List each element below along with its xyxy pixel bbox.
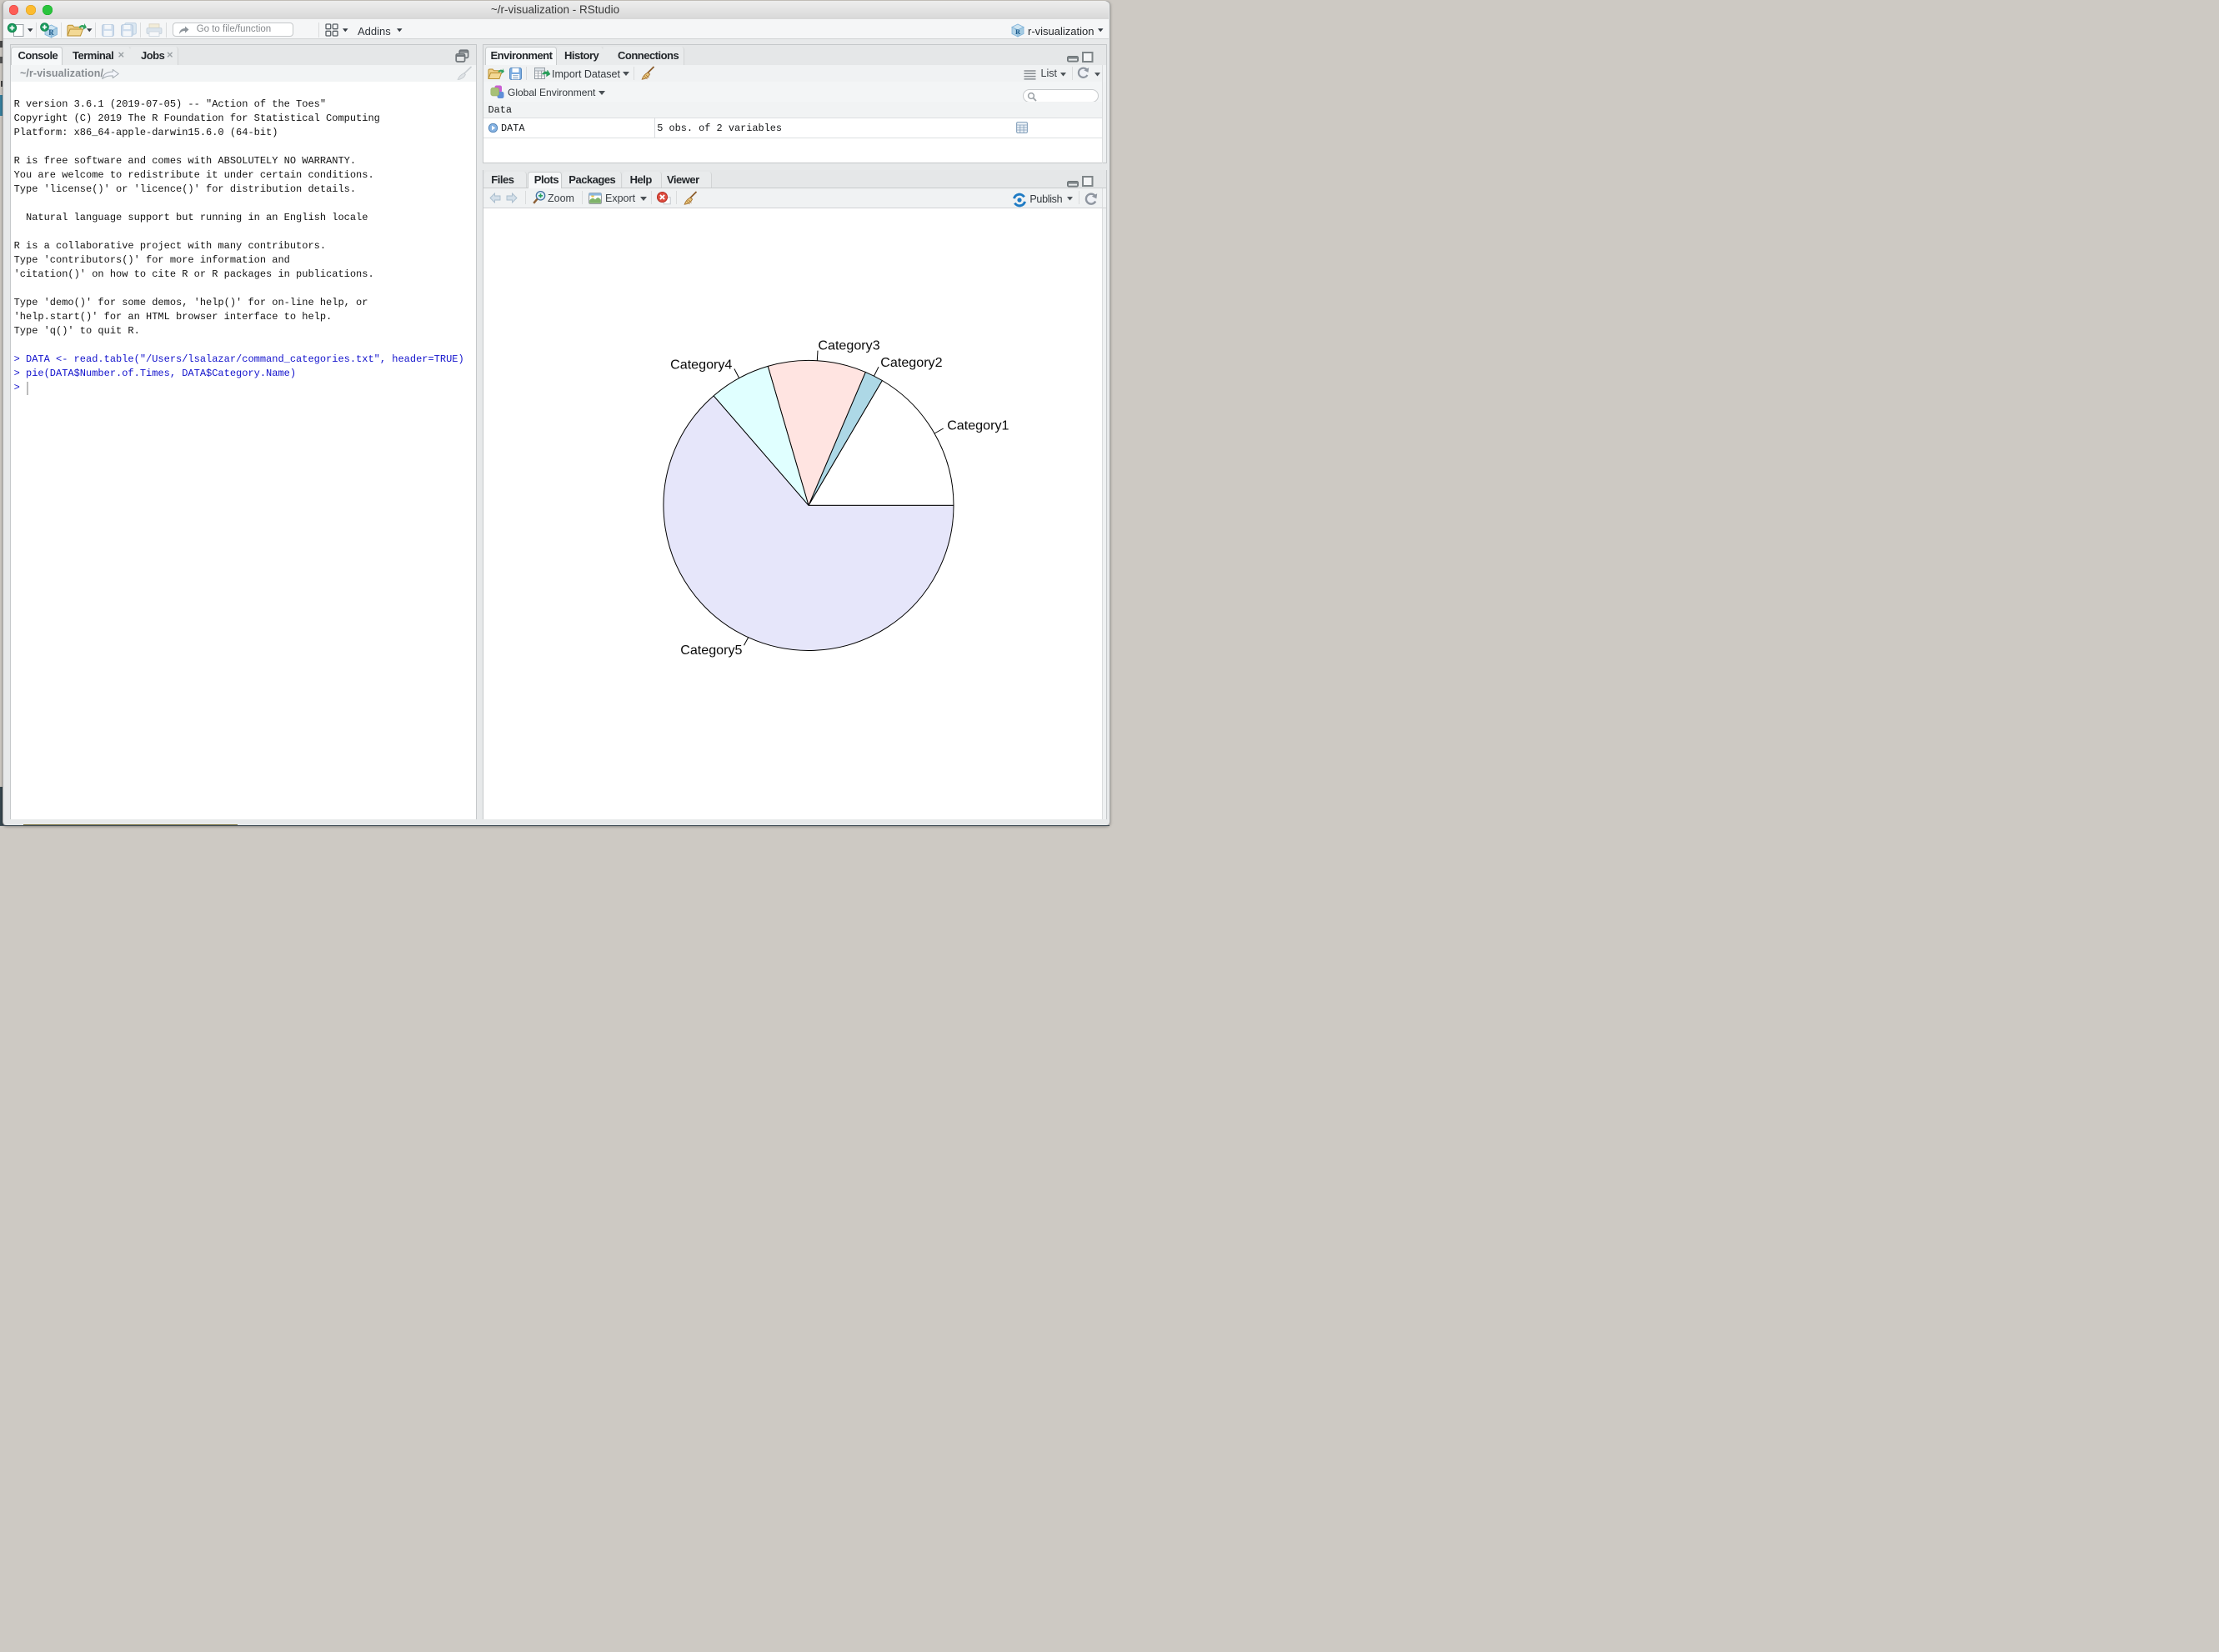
svg-text:Category4: Category4	[670, 357, 732, 372]
svg-text:Category2: Category2	[880, 354, 942, 369]
svg-text:R: R	[1015, 28, 1021, 36]
svg-text:Category5: Category5	[680, 642, 742, 657]
svg-text:R: R	[48, 28, 54, 36]
svg-text:Category1: Category1	[947, 418, 1009, 433]
svg-text:Category3: Category3	[818, 338, 879, 353]
